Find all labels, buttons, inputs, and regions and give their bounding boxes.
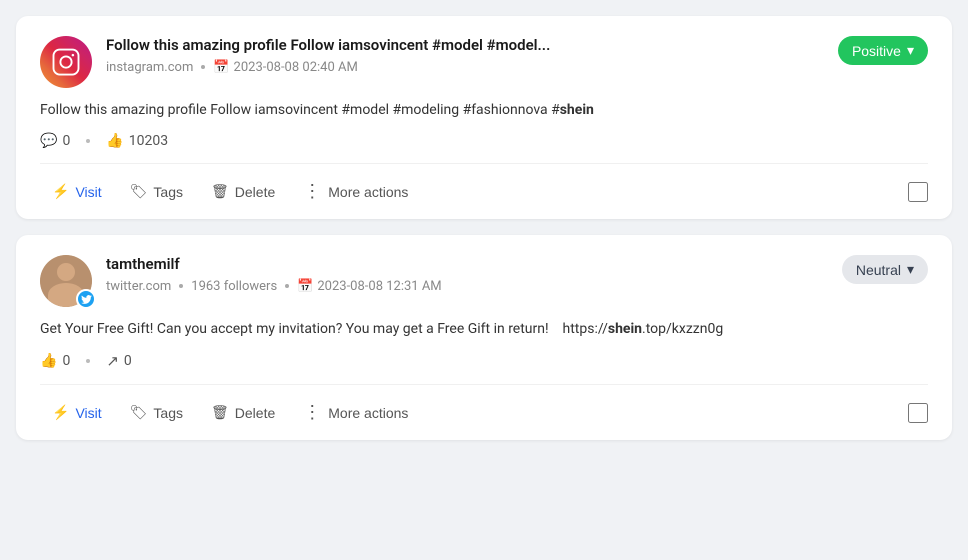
twitter-badge — [76, 289, 96, 309]
card-header-2: tamthemilf twitter.com 1963 followers 📅 … — [40, 255, 928, 307]
post-card-2: tamthemilf twitter.com 1963 followers 📅 … — [16, 235, 952, 440]
more-actions-button-2[interactable]: ⋮ More actions — [291, 395, 420, 430]
post-meta-1: instagram.com 📅 2023-08-08 02:40 AM — [106, 60, 550, 75]
delete-label-1: Delete — [235, 184, 275, 200]
post-content-1: Follow this amazing profile Follow iamso… — [40, 100, 928, 121]
thumbsup-icon-2: 👍 — [40, 353, 57, 369]
visit-label-1: Visit — [75, 184, 101, 200]
trash-icon-1: 🗑 — [211, 183, 229, 200]
lightning-icon-1: ⚡ — [52, 183, 69, 200]
avatar-wrapper-2 — [40, 255, 92, 307]
sentiment-badge-2[interactable]: Neutral ▾ — [842, 255, 928, 284]
trash-icon-2: 🗑 — [211, 404, 229, 421]
like-stat-1: 👍 10203 — [106, 133, 168, 149]
bold-keyword-2: shein — [608, 321, 642, 337]
stat-sep-2 — [86, 359, 90, 363]
avatar-instagram — [40, 36, 92, 88]
chevron-down-icon-2: ▾ — [907, 261, 914, 278]
thumbsup-icon-1: 👍 — [106, 133, 123, 149]
more-label-2: More actions — [328, 405, 408, 421]
more-actions-button-1[interactable]: ⋮ More actions — [291, 174, 420, 209]
comment-icon-1: 💬 — [40, 133, 57, 149]
post-source-2: twitter.com — [106, 279, 171, 294]
visit-button-2[interactable]: ⚡ Visit — [40, 397, 114, 428]
sentiment-label-1: Positive — [852, 43, 901, 59]
post-title-1: Follow this amazing profile Follow iamso… — [106, 36, 550, 56]
post-source-1: instagram.com — [106, 60, 193, 75]
meta-date-1: 📅 2023-08-08 02:40 AM — [213, 60, 357, 75]
like-stat-2: 👍 0 — [40, 353, 70, 369]
card-actions-1: ⚡ Visit 🏷 Tags 🗑 Delete ⋮ More actions — [40, 163, 928, 219]
header-left-2: tamthemilf twitter.com 1963 followers 📅 … — [40, 255, 442, 307]
post-followers-2: 1963 followers — [191, 279, 277, 294]
calendar-icon-1: 📅 — [213, 60, 229, 75]
header-left-1: Follow this amazing profile Follow iamso… — [40, 36, 550, 88]
tag-icon-1: 🏷 — [130, 183, 148, 200]
share-stat-2: ↗ 0 — [106, 352, 131, 370]
sentiment-label-2: Neutral — [856, 262, 901, 278]
lightning-icon-2: ⚡ — [52, 404, 69, 421]
like-count-1: 10203 — [129, 133, 168, 149]
comment-stat-1: 💬 0 — [40, 133, 70, 149]
chevron-down-icon-1: ▾ — [907, 42, 914, 59]
stat-sep-1 — [86, 139, 90, 143]
post-username-2: tamthemilf — [106, 255, 442, 275]
calendar-icon-2: 📅 — [297, 279, 313, 294]
delete-button-2[interactable]: 🗑 Delete — [199, 397, 287, 428]
share-count-2: 0 — [124, 353, 132, 369]
tags-label-2: Tags — [153, 405, 183, 421]
dots-icon-1: ⋮ — [303, 181, 322, 202]
meta-date-2: 📅 2023-08-08 12:31 AM — [297, 279, 441, 294]
header-info-1: Follow this amazing profile Follow iamso… — [106, 36, 550, 75]
bold-keyword-1: shein — [560, 102, 594, 118]
delete-label-2: Delete — [235, 405, 275, 421]
dots-icon-2: ⋮ — [303, 402, 322, 423]
post-content-2: Get Your Free Gift! Can you accept my in… — [40, 319, 928, 340]
meta-dot-1 — [201, 65, 205, 69]
sentiment-badge-1[interactable]: Positive ▾ — [838, 36, 928, 65]
comment-count-1: 0 — [62, 133, 70, 149]
visit-label-2: Visit — [75, 405, 101, 421]
delete-button-1[interactable]: 🗑 Delete — [199, 176, 287, 207]
post-stats-2: 👍 0 ↗ 0 — [40, 352, 928, 370]
header-info-2: tamthemilf twitter.com 1963 followers 📅 … — [106, 255, 442, 294]
meta-dot-2 — [179, 284, 183, 288]
actions-left-2: ⚡ Visit 🏷 Tags 🗑 Delete ⋮ More actions — [40, 395, 420, 430]
card-header-1: Follow this amazing profile Follow iamso… — [40, 36, 928, 88]
tag-icon-2: 🏷 — [130, 404, 148, 421]
like-count-2: 0 — [62, 353, 70, 369]
actions-left-1: ⚡ Visit 🏷 Tags 🗑 Delete ⋮ More actions — [40, 174, 420, 209]
card-actions-2: ⚡ Visit 🏷 Tags 🗑 Delete ⋮ More actions — [40, 384, 928, 440]
post-card-1: Follow this amazing profile Follow iamso… — [16, 16, 952, 219]
visit-button-1[interactable]: ⚡ Visit — [40, 176, 114, 207]
post-meta-2: twitter.com 1963 followers 📅 2023-08-08 … — [106, 279, 442, 294]
select-checkbox-2[interactable] — [908, 403, 928, 423]
share-icon-2: ↗ — [106, 352, 119, 370]
post-stats-1: 💬 0 👍 10203 — [40, 133, 928, 149]
tags-button-2[interactable]: 🏷 Tags — [118, 397, 195, 428]
meta-dot-3 — [285, 284, 289, 288]
tags-label-1: Tags — [153, 184, 183, 200]
select-checkbox-1[interactable] — [908, 182, 928, 202]
more-label-1: More actions — [328, 184, 408, 200]
tags-button-1[interactable]: 🏷 Tags — [118, 176, 195, 207]
